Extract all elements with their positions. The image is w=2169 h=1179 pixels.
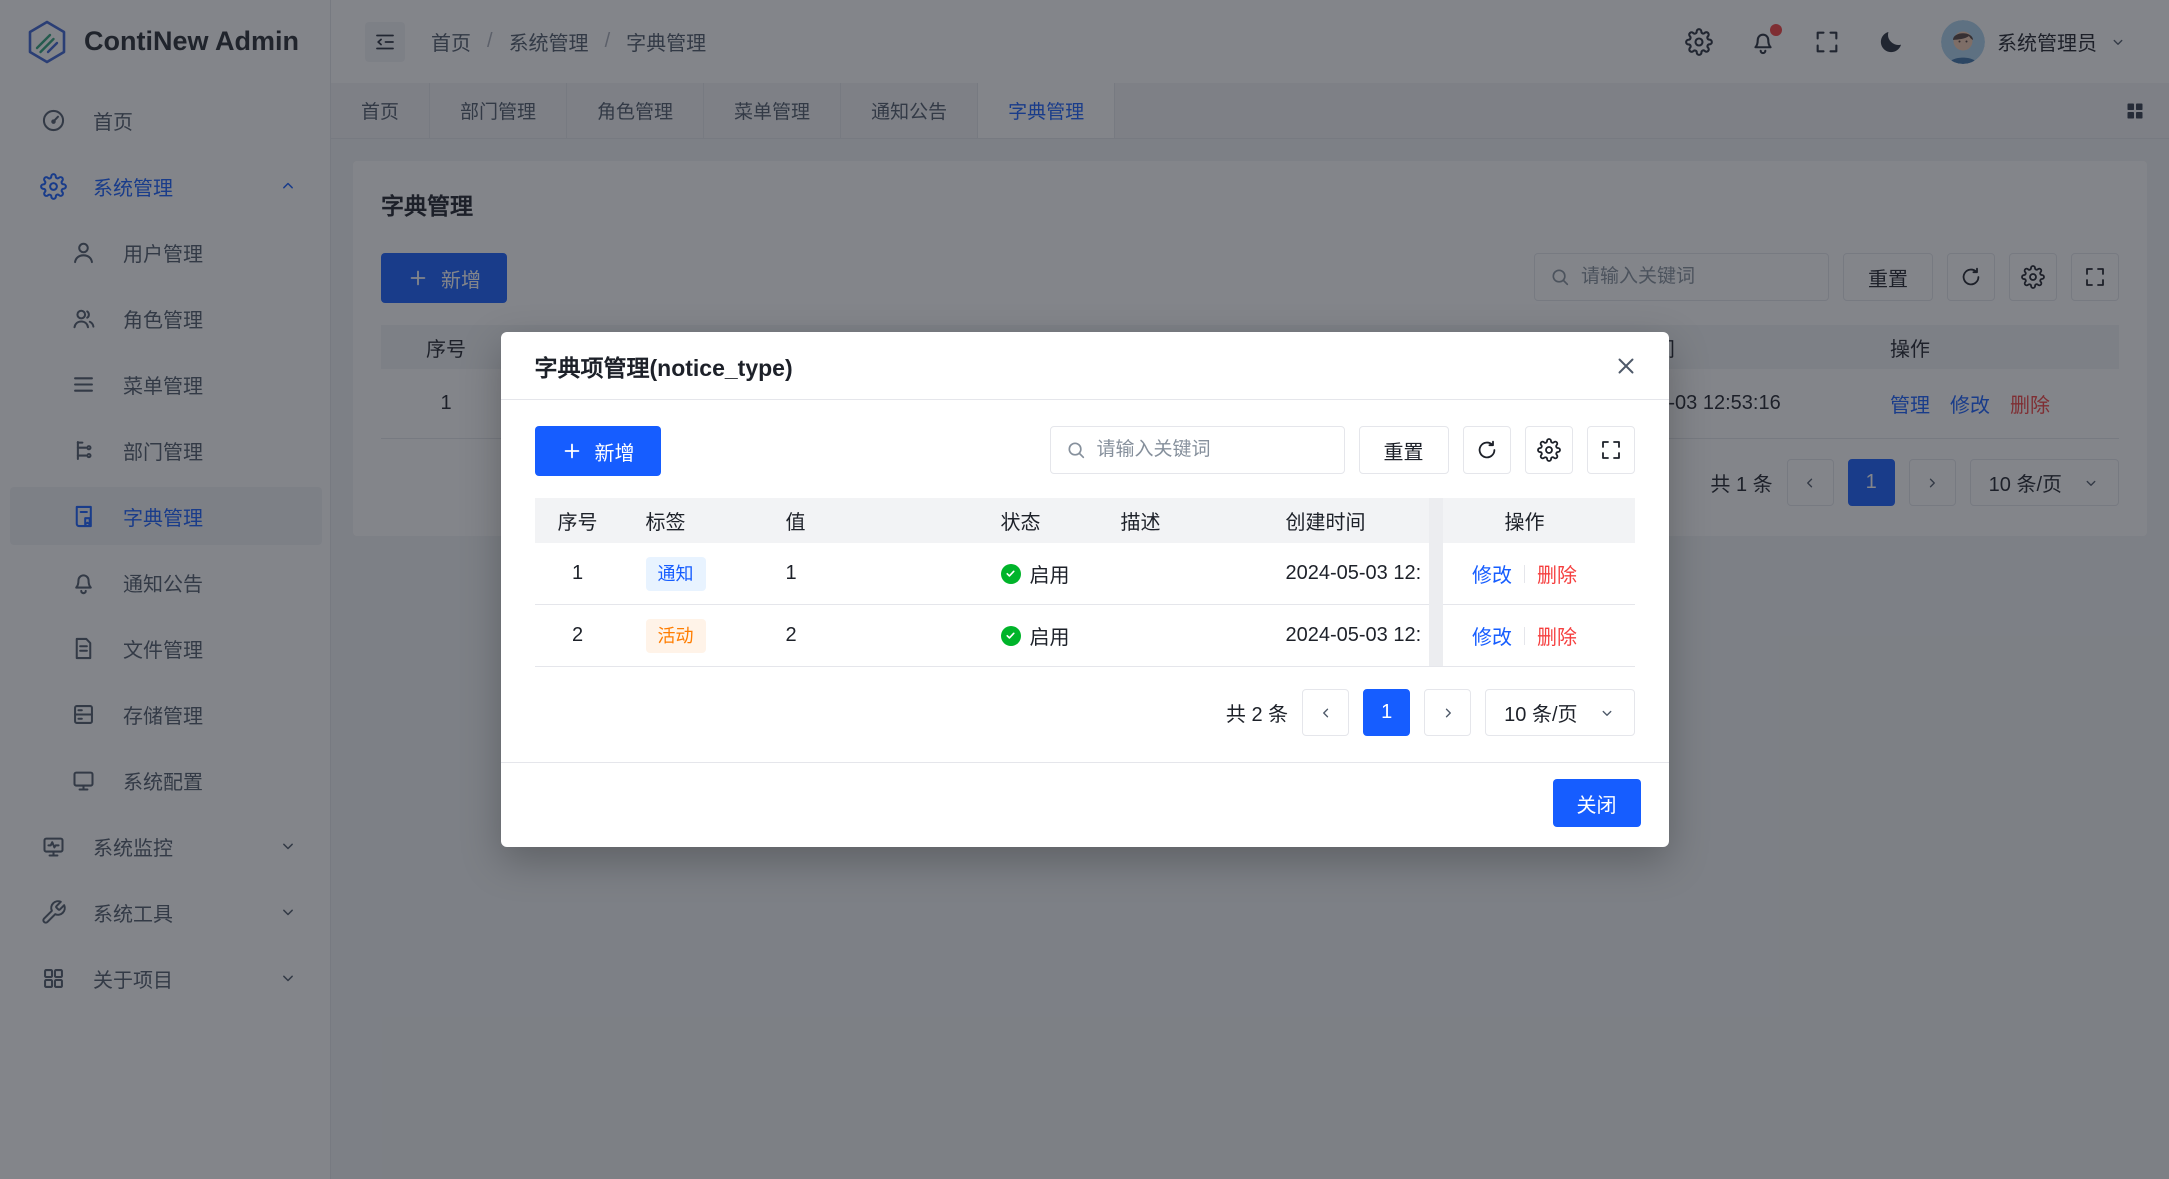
- cell-actions: 修改 删除: [1429, 559, 1621, 588]
- action-divider: [1524, 565, 1525, 583]
- refresh-icon: [1475, 438, 1499, 462]
- tag-badge: 活动: [646, 619, 706, 653]
- prev-page-button[interactable]: [1302, 689, 1349, 736]
- cell-status: 启用: [976, 559, 1096, 588]
- cell-value: 1: [761, 562, 976, 585]
- status-enabled-icon: [1001, 626, 1021, 646]
- modal-add-button-label: 新增: [595, 437, 635, 466]
- col-header-time: 创建时间: [1261, 506, 1429, 535]
- cell-label: 通知: [621, 557, 761, 591]
- modal-column-settings-button[interactable]: [1525, 426, 1573, 474]
- modal-header: 字典项管理(notice_type): [501, 332, 1669, 400]
- cell-created-time: 2024-05-03 12:: [1261, 562, 1429, 585]
- col-header-label: 标签: [621, 506, 761, 535]
- action-divider: [1524, 627, 1525, 645]
- col-header-actions: 操作: [1429, 506, 1621, 535]
- chevron-down-icon: [1598, 704, 1616, 722]
- cell-seq: 1: [535, 562, 621, 585]
- col-header-seq: 序号: [535, 506, 621, 535]
- modal-toolbar: 新增 重置: [535, 426, 1635, 476]
- modal-fullscreen-button[interactable]: [1587, 426, 1635, 474]
- page-number-button[interactable]: 1: [1363, 689, 1410, 736]
- col-header-value: 值: [761, 506, 976, 535]
- modal-footer: 关闭: [501, 762, 1669, 847]
- status-text: 启用: [1030, 621, 1070, 650]
- page-size-select[interactable]: 10 条/页: [1485, 689, 1634, 736]
- modal-reset-button[interactable]: 重置: [1359, 426, 1449, 474]
- modal-close-button[interactable]: 关闭: [1553, 779, 1641, 827]
- col-header-desc: 描述: [1096, 506, 1261, 535]
- status-text: 启用: [1030, 559, 1070, 588]
- col-header-status: 状态: [976, 506, 1096, 535]
- modal-pagination: 共 2 条 1 10 条/页: [535, 689, 1635, 736]
- edit-link[interactable]: 修改: [1472, 621, 1512, 650]
- chevron-left-icon: [1317, 704, 1335, 722]
- cell-actions: 修改 删除: [1429, 621, 1621, 650]
- table-scrollbar[interactable]: [1429, 498, 1443, 666]
- pagination-total: 共 2 条: [1226, 698, 1288, 727]
- app-root: ContiNew Admin 首页 系统管理 用户管理 角色管理: [0, 0, 2169, 1179]
- delete-link[interactable]: 删除: [1537, 621, 1577, 650]
- modal-table-header-row: 序号 标签 值 状态 描述 创建时间 操作: [535, 498, 1635, 543]
- modal-toolbar-right: 重置: [1050, 426, 1635, 474]
- modal-search-input[interactable]: [1097, 439, 1330, 461]
- cell-status: 启用: [976, 621, 1096, 650]
- modal-table-row: 2 活动 2 启用 2024-05-03 12: 修改 删除: [535, 605, 1635, 667]
- chevron-right-icon: [1439, 704, 1457, 722]
- page-size-value: 10 条/页: [1504, 698, 1577, 727]
- cell-seq: 2: [535, 624, 621, 647]
- cell-label: 活动: [621, 619, 761, 653]
- modal-body: 新增 重置 序号 标签 值: [501, 400, 1669, 736]
- cell-created-time: 2024-05-03 12:: [1261, 624, 1429, 647]
- modal-table-row: 1 通知 1 启用 2024-05-03 12: 修改 删除: [535, 543, 1635, 605]
- modal-table: 序号 标签 值 状态 描述 创建时间 操作 1 通知 1 启用: [535, 498, 1635, 667]
- delete-link[interactable]: 删除: [1537, 559, 1577, 588]
- check-icon: [1004, 567, 1017, 580]
- modal-title: 字典项管理(notice_type): [535, 349, 793, 383]
- modal-refresh-button[interactable]: [1463, 426, 1511, 474]
- plus-icon: [561, 440, 583, 462]
- modal-search-box: [1050, 426, 1345, 474]
- modal-add-button[interactable]: 新增: [535, 426, 661, 476]
- edit-link[interactable]: 修改: [1472, 559, 1512, 588]
- cell-value: 2: [761, 624, 976, 647]
- check-icon: [1004, 629, 1017, 642]
- close-icon[interactable]: [1613, 353, 1639, 379]
- status-enabled-icon: [1001, 564, 1021, 584]
- fullscreen-icon: [1599, 438, 1623, 462]
- dict-item-modal: 字典项管理(notice_type) 新增 重置: [501, 332, 1669, 847]
- next-page-button[interactable]: [1424, 689, 1471, 736]
- search-icon: [1065, 439, 1087, 461]
- tag-badge: 通知: [646, 557, 706, 591]
- gear-icon: [1537, 438, 1561, 462]
